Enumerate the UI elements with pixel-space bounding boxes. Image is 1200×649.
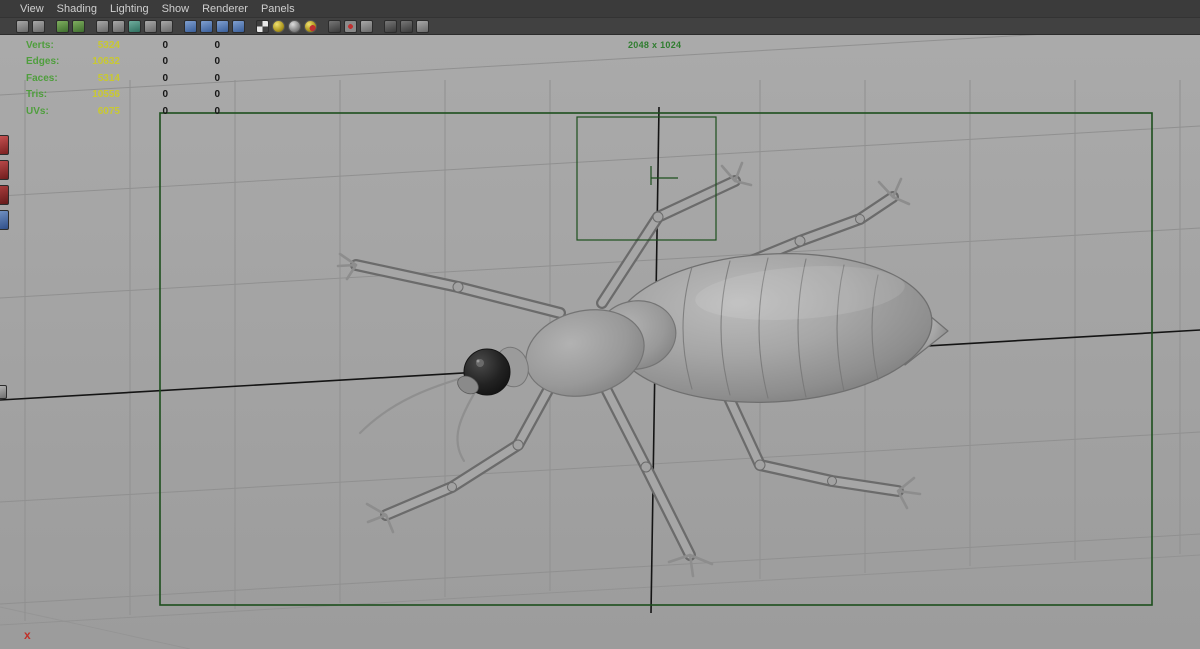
maya-viewport-panel: View Shading Lighting Show Renderer Pane… [0,0,1200,649]
hud-row-verts: Verts: 5324 0 0 [26,38,220,54]
hud-label: Verts: [26,40,54,51]
hud-col3: 0 [214,72,220,84]
hud-total: 10632 [92,56,120,68]
viewport-canvas[interactable] [0,35,1200,649]
toolbox-icon-partial-5[interactable] [0,385,7,399]
hud-col2: 0 [162,89,168,101]
share-nodes-icon[interactable] [416,19,429,33]
hud-label: Edges: [26,56,60,68]
motion-blur-icon[interactable] [360,19,373,33]
error-marker: x [24,628,31,642]
hud-col2: 0 [162,72,168,84]
panel-toolbar [0,18,1200,35]
hud-label: Tris: [26,89,48,101]
panel-menubar: View Shading Lighting Show Renderer Pane… [0,0,1200,18]
hud-label: Faces: [26,72,58,84]
hud-col3: 0 [214,56,220,68]
hud-label: UVs: [26,105,49,117]
hud-total: 5324 [97,40,120,51]
shadows-icon[interactable] [328,19,341,33]
menu-item-panels[interactable]: Panels [261,3,295,15]
grease-pencil-icon[interactable] [112,19,125,33]
bookmark-icon[interactable] [56,19,69,33]
safe-action-icon[interactable] [216,19,229,33]
hud-col3: 0 [214,105,220,117]
checkerboard-icon[interactable] [256,19,269,33]
menu-item-renderer[interactable]: Renderer [202,3,248,15]
toolbox-icon-partial-3[interactable] [0,185,9,205]
insect-eye-specular [476,359,480,363]
menu-item-show[interactable]: Show [162,3,190,15]
field-chart-icon[interactable] [200,19,213,33]
hud-col3: 0 [214,40,220,51]
toolbox-icon-partial-4[interactable] [0,210,9,230]
textured-sphere-icon[interactable] [304,19,317,33]
wireframe-sphere-icon[interactable] [288,19,301,33]
hud-row-edges: Edges: 10632 0 0 [26,54,220,70]
screen-space-ao-icon[interactable] [344,19,357,33]
camera-gate-small [576,116,717,241]
resolution-gate-icon[interactable] [160,19,173,33]
poly-count-hud: Verts: 5324 0 0 Edges: 10632 0 0 Faces: … [26,38,220,120]
safe-title-icon[interactable] [232,19,245,33]
hud-total: 5314 [97,72,120,84]
resolution-label: 2048 x 1024 [628,40,682,50]
gate-center-tick [650,166,678,185]
toolbox-icon-partial-1[interactable] [0,135,9,155]
camera-attributes-icon[interactable] [32,19,45,33]
hud-col2: 0 [162,105,168,117]
pan-zoom-icon[interactable] [96,19,109,33]
gate-mask-icon[interactable] [184,19,197,33]
hud-col2: 0 [162,56,168,68]
grid-icon[interactable] [128,19,141,33]
viewport-3d[interactable]: Verts: 5324 0 0 Edges: 10632 0 0 Faces: … [0,35,1200,649]
film-gate-icon[interactable] [144,19,157,33]
hud-total: 6075 [97,105,120,117]
hud-row-tris: Tris: 10556 0 0 [26,87,220,103]
select-camera-icon[interactable] [16,19,29,33]
hud-row-faces: Faces: 5314 0 0 [26,71,220,87]
image-plane-icon[interactable] [72,19,85,33]
hud-total: 10556 [92,89,120,101]
hud-col3: 0 [214,89,220,101]
gamma-icon[interactable] [400,19,413,33]
insect-3d-model[interactable] [336,161,949,578]
menu-item-view[interactable]: View [20,3,44,15]
exposure-icon[interactable] [384,19,397,33]
toolbox-icon-partial-2[interactable] [0,160,9,180]
shaded-sphere-icon[interactable] [272,19,285,33]
hud-col2: 0 [162,40,168,51]
menu-item-lighting[interactable]: Lighting [110,3,149,15]
hud-row-uvs: UVs: 6075 0 0 [26,104,220,120]
menu-item-shading[interactable]: Shading [57,3,97,15]
